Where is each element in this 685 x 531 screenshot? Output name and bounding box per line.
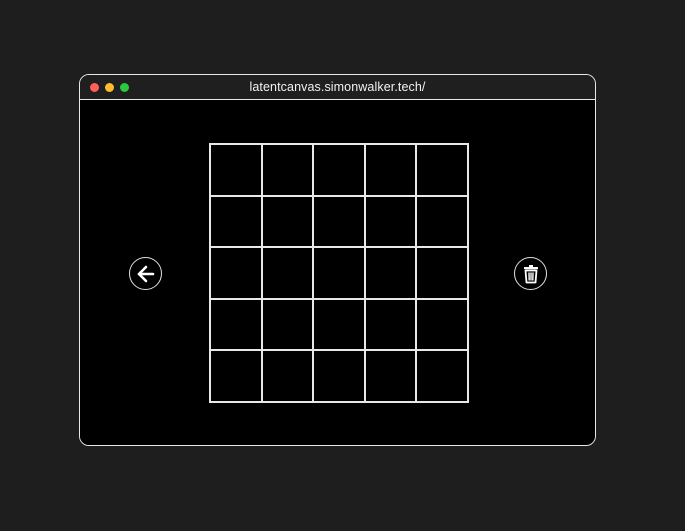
grid-cell[interactable]: [261, 195, 314, 248]
window-titlebar: latentcanvas.simonwalker.tech/: [80, 75, 595, 100]
grid-cell[interactable]: [210, 350, 262, 402]
address-url: latentcanvas.simonwalker.tech/: [249, 80, 426, 94]
grid-cell[interactable]: [364, 247, 417, 299]
grid-cell[interactable]: [261, 350, 314, 402]
grid-cell[interactable]: [313, 144, 365, 196]
grid-cell[interactable]: [364, 350, 417, 402]
grid-cell[interactable]: [364, 298, 417, 351]
grid-cell[interactable]: [261, 144, 314, 196]
grid-cell[interactable]: [364, 195, 417, 248]
grid-cell[interactable]: [210, 195, 262, 248]
grid-cell[interactable]: [416, 195, 468, 248]
browser-window: latentcanvas.simonwalker.tech/: [79, 74, 596, 446]
grid-cell[interactable]: [416, 298, 468, 351]
grid-cell[interactable]: [261, 247, 314, 299]
grid-cell[interactable]: [416, 350, 468, 402]
drawing-grid[interactable]: [209, 143, 469, 403]
grid-cell[interactable]: [210, 144, 262, 196]
grid-cell[interactable]: [313, 195, 365, 248]
app-content: [80, 100, 595, 445]
grid-cell[interactable]: [416, 247, 468, 299]
back-button[interactable]: [129, 257, 162, 290]
grid-cell[interactable]: [364, 144, 417, 196]
clear-button[interactable]: [514, 257, 547, 290]
grid-cell[interactable]: [416, 144, 468, 196]
grid-cell[interactable]: [210, 247, 262, 299]
grid-cell[interactable]: [313, 247, 365, 299]
grid-cell[interactable]: [210, 298, 262, 351]
arrow-left-icon: [137, 265, 154, 282]
grid-cell[interactable]: [313, 298, 365, 351]
trash-icon: [523, 264, 538, 283]
grid-cell[interactable]: [261, 298, 314, 351]
grid-cell[interactable]: [313, 350, 365, 402]
